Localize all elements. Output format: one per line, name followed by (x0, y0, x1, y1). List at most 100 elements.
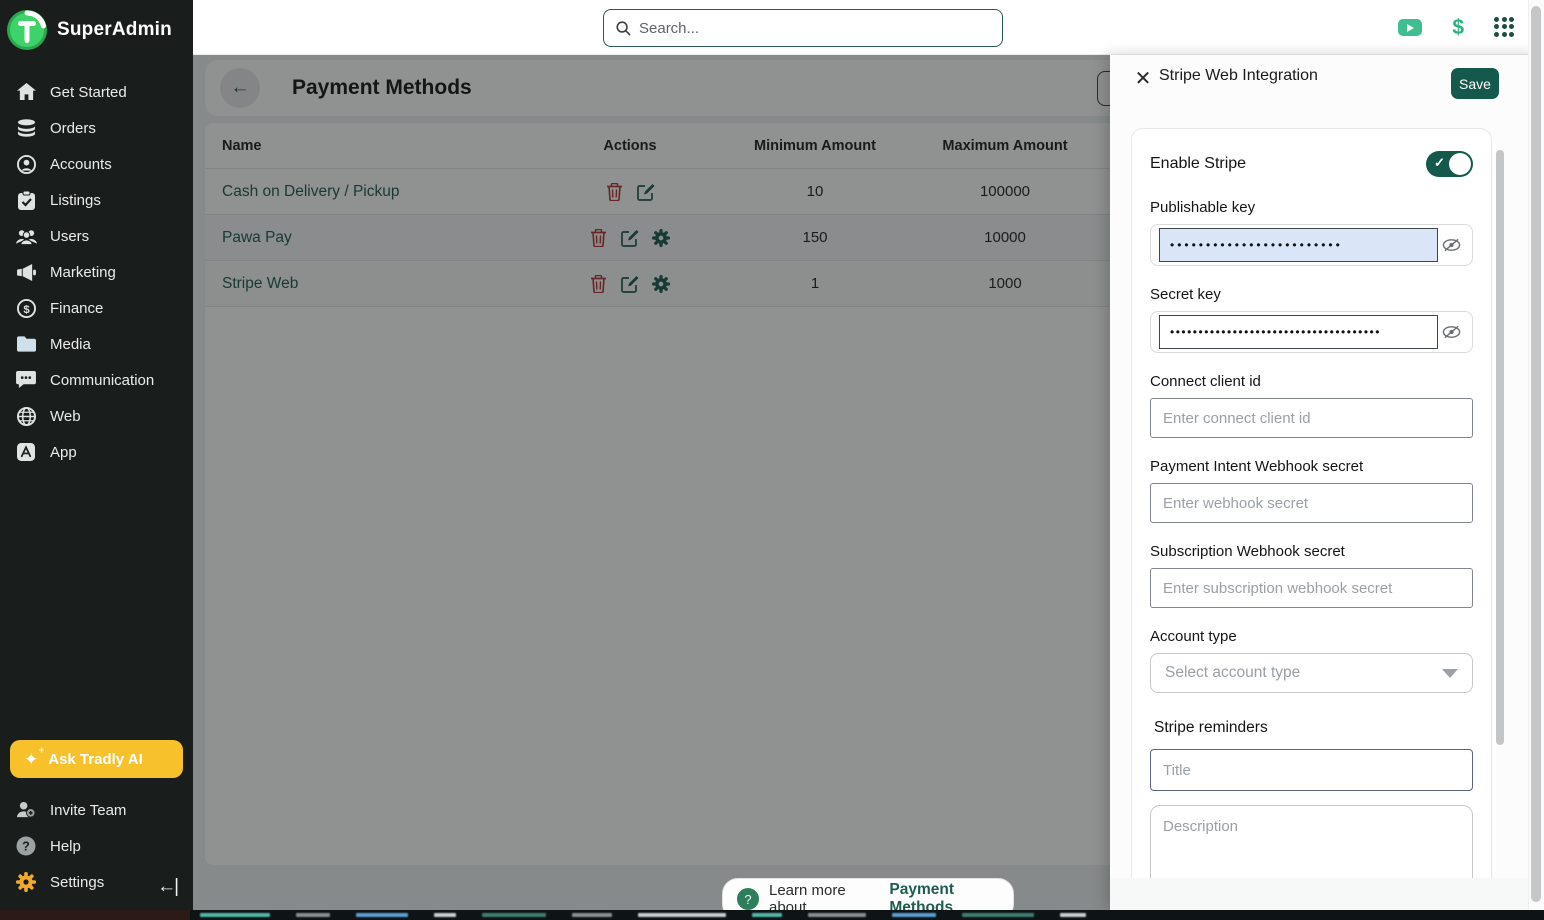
sidebar-item-label: Orders (50, 120, 96, 137)
gear-icon (15, 872, 37, 892)
sidebar-item-app[interactable]: App (0, 434, 193, 470)
drawer-header: ✕ Stripe Web Integration Save (1110, 55, 1544, 117)
modal-dim-overlay[interactable] (193, 55, 1110, 910)
sidebar: SuperAdmin Get Started Orders Accounts L… (0, 0, 193, 910)
connect-client-id-label: Connect client id (1150, 373, 1473, 390)
sidebar-item-label: Marketing (50, 264, 116, 281)
subscription-webhook-input[interactable] (1150, 568, 1473, 608)
sidebar-item-get-started[interactable]: Get Started (0, 74, 193, 110)
app-logo-icon (6, 9, 48, 51)
payment-intent-webhook-input[interactable] (1150, 483, 1473, 523)
clipboard-check-icon (15, 190, 37, 210)
app-title: SuperAdmin (57, 19, 172, 41)
help-circle-icon: ? (15, 836, 37, 856)
sidebar-item-users[interactable]: Users (0, 218, 193, 254)
check-icon: ✓ (1434, 155, 1445, 171)
megaphone-icon (15, 262, 37, 282)
sidebar-item-help[interactable]: ? Help (0, 828, 193, 864)
chevron-down-icon (1442, 669, 1458, 678)
subscription-webhook-label: Subscription Webhook secret (1150, 543, 1473, 560)
sidebar-item-label: Media (50, 336, 91, 353)
eye-slash-icon[interactable] (1438, 238, 1464, 252)
publishable-key-field-wrap: •••••••••••••••••••••••• (1150, 224, 1473, 266)
secret-key-label: Secret key (1150, 286, 1473, 303)
sidebar-item-label: Web (50, 408, 81, 425)
sidebar-item-web[interactable]: Web (0, 398, 193, 434)
svg-text:$: $ (23, 303, 30, 315)
home-icon (15, 82, 37, 102)
search-icon (616, 21, 631, 36)
sidebar-item-label: Accounts (50, 156, 112, 173)
app-store-icon (15, 442, 37, 462)
sidebar-item-communication[interactable]: Communication (0, 362, 193, 398)
sidebar-nav: Get Started Orders Accounts Listings Use… (0, 74, 193, 470)
stripe-reminders-label: Stripe reminders (1154, 719, 1473, 737)
ask-tradly-ai-button[interactable]: ✦ Ask Tradly AI (10, 740, 183, 778)
account-type-label: Account type (1150, 628, 1473, 645)
sidebar-item-label: Settings (50, 874, 104, 891)
apps-grid-icon[interactable] (1494, 17, 1516, 39)
sidebar-item-label: App (50, 444, 77, 461)
drawer-title: Stripe Web Integration (1159, 67, 1318, 85)
secret-key-input[interactable]: ••••••••••••••••••••••••••••••••••••• (1159, 315, 1438, 349)
database-icon (15, 118, 37, 138)
drawer-bottom-band (1110, 878, 1544, 910)
stripe-integration-drawer: ✕ Stripe Web Integration Save Enable Str… (1110, 55, 1544, 910)
browser-scrollbar-track (1528, 0, 1544, 910)
app-logo-row: SuperAdmin (0, 0, 193, 60)
background-window-strip (0, 910, 1544, 920)
sidebar-item-accounts[interactable]: Accounts (0, 146, 193, 182)
background-window-left (0, 910, 190, 920)
sidebar-item-invite-team[interactable]: Invite Team (0, 792, 193, 828)
sidebar-item-finance[interactable]: $ Finance (0, 290, 193, 326)
sidebar-item-label: Get Started (50, 84, 127, 101)
sidebar-item-listings[interactable]: Listings (0, 182, 193, 218)
account-type-placeholder: Select account type (1165, 664, 1300, 682)
reminder-title-input[interactable] (1150, 749, 1473, 791)
connect-client-id-input[interactable] (1150, 398, 1473, 438)
invite-person-icon (15, 800, 37, 820)
publishable-key-input[interactable]: •••••••••••••••••••••••• (1159, 228, 1438, 262)
background-window-statusbar (200, 913, 1086, 917)
secret-key-field-wrap: ••••••••••••••••••••••••••••••••••••• (1150, 311, 1473, 353)
ask-ai-label: Ask Tradly AI (48, 751, 142, 768)
sidebar-item-label: Listings (50, 192, 101, 209)
person-circle-icon (15, 154, 37, 174)
payment-intent-webhook-label: Payment Intent Webhook secret (1150, 458, 1473, 475)
save-button[interactable]: Save (1451, 68, 1499, 99)
enable-stripe-toggle[interactable]: ✓ (1426, 151, 1473, 177)
account-type-select[interactable]: Select account type (1150, 653, 1473, 693)
topbar-icons: $ (1398, 0, 1516, 55)
dollar-circle-icon: $ (15, 298, 37, 318)
enable-stripe-label: Enable Stripe (1150, 155, 1246, 173)
sparkle-icon: ✦ (24, 751, 38, 768)
publishable-key-label: Publishable key (1150, 199, 1473, 216)
sidebar-item-label: Help (50, 838, 81, 855)
toggle-knob (1449, 153, 1471, 175)
sidebar-item-label: Communication (50, 372, 154, 389)
search-input[interactable]: Search... (603, 9, 1003, 47)
sidebar-bottom: ✦ Ask Tradly AI Invite Team ? Help (0, 740, 193, 900)
globe-icon (15, 406, 37, 426)
folder-icon (15, 334, 37, 354)
drawer-scrollbar[interactable] (1496, 150, 1504, 745)
chat-bubble-icon (15, 370, 37, 390)
users-group-icon (15, 226, 37, 246)
billing-dollar-icon[interactable]: $ (1452, 16, 1464, 40)
sidebar-item-label: Users (50, 228, 89, 245)
sidebar-item-media[interactable]: Media (0, 326, 193, 362)
help-circle-icon: ? (737, 888, 759, 910)
browser-scrollbar-thumb[interactable] (1531, 6, 1541, 902)
enable-stripe-row: Enable Stripe ✓ (1150, 151, 1473, 177)
topbar: Search... $ (193, 0, 1544, 55)
video-tutorials-icon[interactable] (1398, 19, 1422, 36)
svg-text:?: ? (22, 840, 30, 854)
close-icon[interactable]: ✕ (1132, 68, 1154, 90)
search-placeholder: Search... (639, 20, 699, 37)
sidebar-item-label: Invite Team (50, 802, 126, 819)
sidebar-item-orders[interactable]: Orders (0, 110, 193, 146)
stripe-settings-card: Enable Stripe ✓ Publishable key ••••••••… (1131, 128, 1492, 918)
eye-slash-icon[interactable] (1438, 325, 1464, 339)
sidebar-item-marketing[interactable]: Marketing (0, 254, 193, 290)
sidebar-collapse-icon[interactable]: ←| (157, 876, 177, 898)
